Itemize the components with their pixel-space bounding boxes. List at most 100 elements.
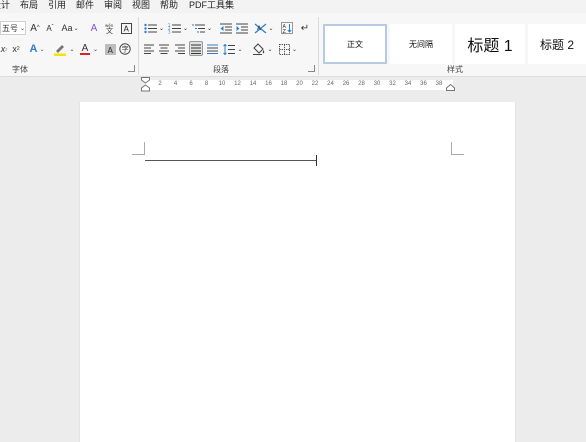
ruler-number: 32 (389, 81, 396, 87)
ribbon: 五号 ⌄ A ^ Aˇ Aa ⌄ A wén 文 A x₂ x2 A ⌄ ⌄ A ⌄ A… (0, 13, 586, 77)
text-cursor (316, 155, 317, 166)
chevron-down-icon: ⌄ (92, 46, 99, 53)
align-left-icon[interactable] (143, 42, 155, 56)
font-color-label: A (81, 42, 89, 54)
ruler-number: 4 (173, 81, 178, 87)
sort-button[interactable]: AZ (280, 21, 294, 35)
font-color-glyph: A (79, 42, 90, 55)
ruler-number: 10 (218, 81, 226, 87)
chinese-layout-icon: A (255, 22, 267, 34)
ruler-number: 36 (420, 81, 427, 87)
ruler-number: 22 (311, 81, 319, 87)
sort-icon: AZ (281, 22, 293, 34)
chevron-down-icon: ⌄ (182, 25, 189, 32)
style-heading-1[interactable]: 标题 1 (455, 24, 525, 64)
borders-button[interactable]: ⌄ (277, 42, 299, 56)
style-no-spacing[interactable]: 无间隔 (390, 24, 452, 64)
numbered-list-icon: 123 (168, 23, 181, 34)
change-case-label: Aa (61, 23, 73, 33)
chevron-down-icon: ⌄ (291, 46, 298, 53)
tab-mailings[interactable]: 邮件 (76, 0, 94, 13)
subscript-button[interactable]: x₂ (0, 42, 8, 56)
paragraph-dialog-launcher-icon[interactable] (308, 65, 315, 72)
character-shading-icon[interactable]: A (104, 42, 116, 56)
tab-design[interactable]: 设计 (0, 0, 10, 13)
horizontal-line (145, 160, 317, 161)
chevron-down-icon: ⌄ (267, 46, 273, 53)
first-line-indent-marker-icon[interactable] (141, 77, 150, 92)
paint-bucket-icon (253, 43, 265, 55)
up-caret-icon: ^ (36, 25, 40, 31)
numbering-button[interactable]: 123 ⌄ (167, 21, 189, 35)
font-dialog-launcher-icon[interactable] (128, 65, 135, 72)
font-size-select[interactable]: 五号 ⌄ (0, 21, 26, 35)
chevron-down-icon: ⌄ (158, 25, 165, 32)
ruler-number: 18 (280, 81, 288, 87)
style-no-spacing-label: 无间隔 (409, 39, 433, 49)
tab-pdf-tools[interactable]: PDF工具集 (189, 0, 234, 13)
chevron-down-icon: ⌄ (268, 25, 274, 32)
bullets-button[interactable]: ⌄ (143, 21, 165, 35)
superscript-button[interactable]: x2 (10, 42, 22, 56)
font-color-button[interactable]: A ⌄ (78, 42, 100, 56)
tab-layout[interactable]: 布局 (20, 0, 38, 13)
group-separator (318, 17, 319, 75)
align-center-icon[interactable] (158, 42, 170, 56)
style-normal-label: 正文 (347, 39, 363, 49)
tab-references[interactable]: 引用 (48, 0, 66, 13)
align-right-icon[interactable] (174, 42, 186, 56)
phonetic-guide-icon[interactable]: wén 文 (103, 21, 117, 35)
chevron-down-icon: ⌄ (237, 46, 243, 53)
borders-icon (278, 43, 290, 55)
svg-text:A: A (107, 46, 113, 55)
svg-text:字: 字 (122, 45, 129, 54)
chevron-down-icon: ⌄ (20, 25, 26, 32)
enclose-characters-icon[interactable]: 字 (119, 42, 131, 56)
increase-indent-icon[interactable] (235, 21, 249, 35)
clear-formatting-label: A (90, 22, 98, 34)
line-spacing-button[interactable]: ⌄ (222, 42, 244, 56)
group-separator (138, 17, 139, 75)
tab-help[interactable]: 帮助 (160, 0, 178, 13)
chevron-down-icon: ⌄ (206, 25, 213, 32)
grow-font-label: A (30, 22, 37, 34)
ruler-number: 30 (373, 81, 381, 87)
tab-view[interactable]: 视图 (132, 0, 150, 13)
style-heading-2-label: 标题 2 (539, 37, 574, 52)
character-border-icon[interactable]: A (119, 21, 133, 35)
style-heading-2[interactable]: 标题 2 (528, 24, 586, 64)
tab-review[interactable]: 审阅 (104, 0, 122, 13)
change-case-button[interactable]: Aa ⌄ (60, 21, 80, 35)
menu-tab-bar: 设计 布局 引用 邮件 审阅 视图 帮助 PDF工具集 (0, 0, 586, 13)
decrease-indent-icon[interactable] (219, 21, 233, 35)
justify-button[interactable] (189, 41, 203, 56)
svg-text:文: 文 (106, 26, 113, 34)
svg-text:A: A (123, 24, 129, 33)
chevron-down-icon: ⌄ (69, 46, 75, 53)
ruler-number: 2 (158, 81, 162, 87)
font-size-value: 五号 (2, 23, 18, 33)
down-caret-icon: ˇ (51, 25, 54, 31)
highlighter-icon (54, 44, 67, 56)
styles-group-label: 样式 (447, 65, 463, 74)
ruler-number: 28 (358, 81, 365, 87)
chevron-down-icon: ⌄ (39, 46, 45, 53)
line-spacing-icon (223, 43, 236, 55)
svg-text:Z: Z (283, 29, 287, 34)
bullet-list-icon (144, 23, 157, 33)
shading-button[interactable]: ⌄ (252, 42, 274, 56)
grow-font-button[interactable]: A ^ (28, 21, 42, 35)
right-indent-marker-icon[interactable] (446, 84, 455, 91)
chinese-layout-button[interactable]: A ⌄ (254, 21, 274, 35)
shrink-font-button[interactable]: Aˇ (43, 21, 57, 35)
horizontal-ruler[interactable]: 2 4 6 8 10 12 14 16 18 20 22 24 26 28 30… (0, 77, 586, 92)
text-effect-button[interactable]: A ⌄ (27, 42, 47, 56)
top-right-margin-mark (451, 142, 464, 155)
show-formatting-marks-icon[interactable]: ↵ (298, 21, 312, 35)
highlight-button[interactable]: ⌄ (53, 42, 75, 56)
style-normal[interactable]: 正文 (323, 24, 387, 64)
clear-formatting-button[interactable]: A (87, 21, 101, 35)
distributed-icon[interactable] (206, 42, 218, 56)
ruler-number: 34 (404, 81, 412, 87)
multilevel-list-button[interactable]: ⌄ (191, 21, 213, 35)
